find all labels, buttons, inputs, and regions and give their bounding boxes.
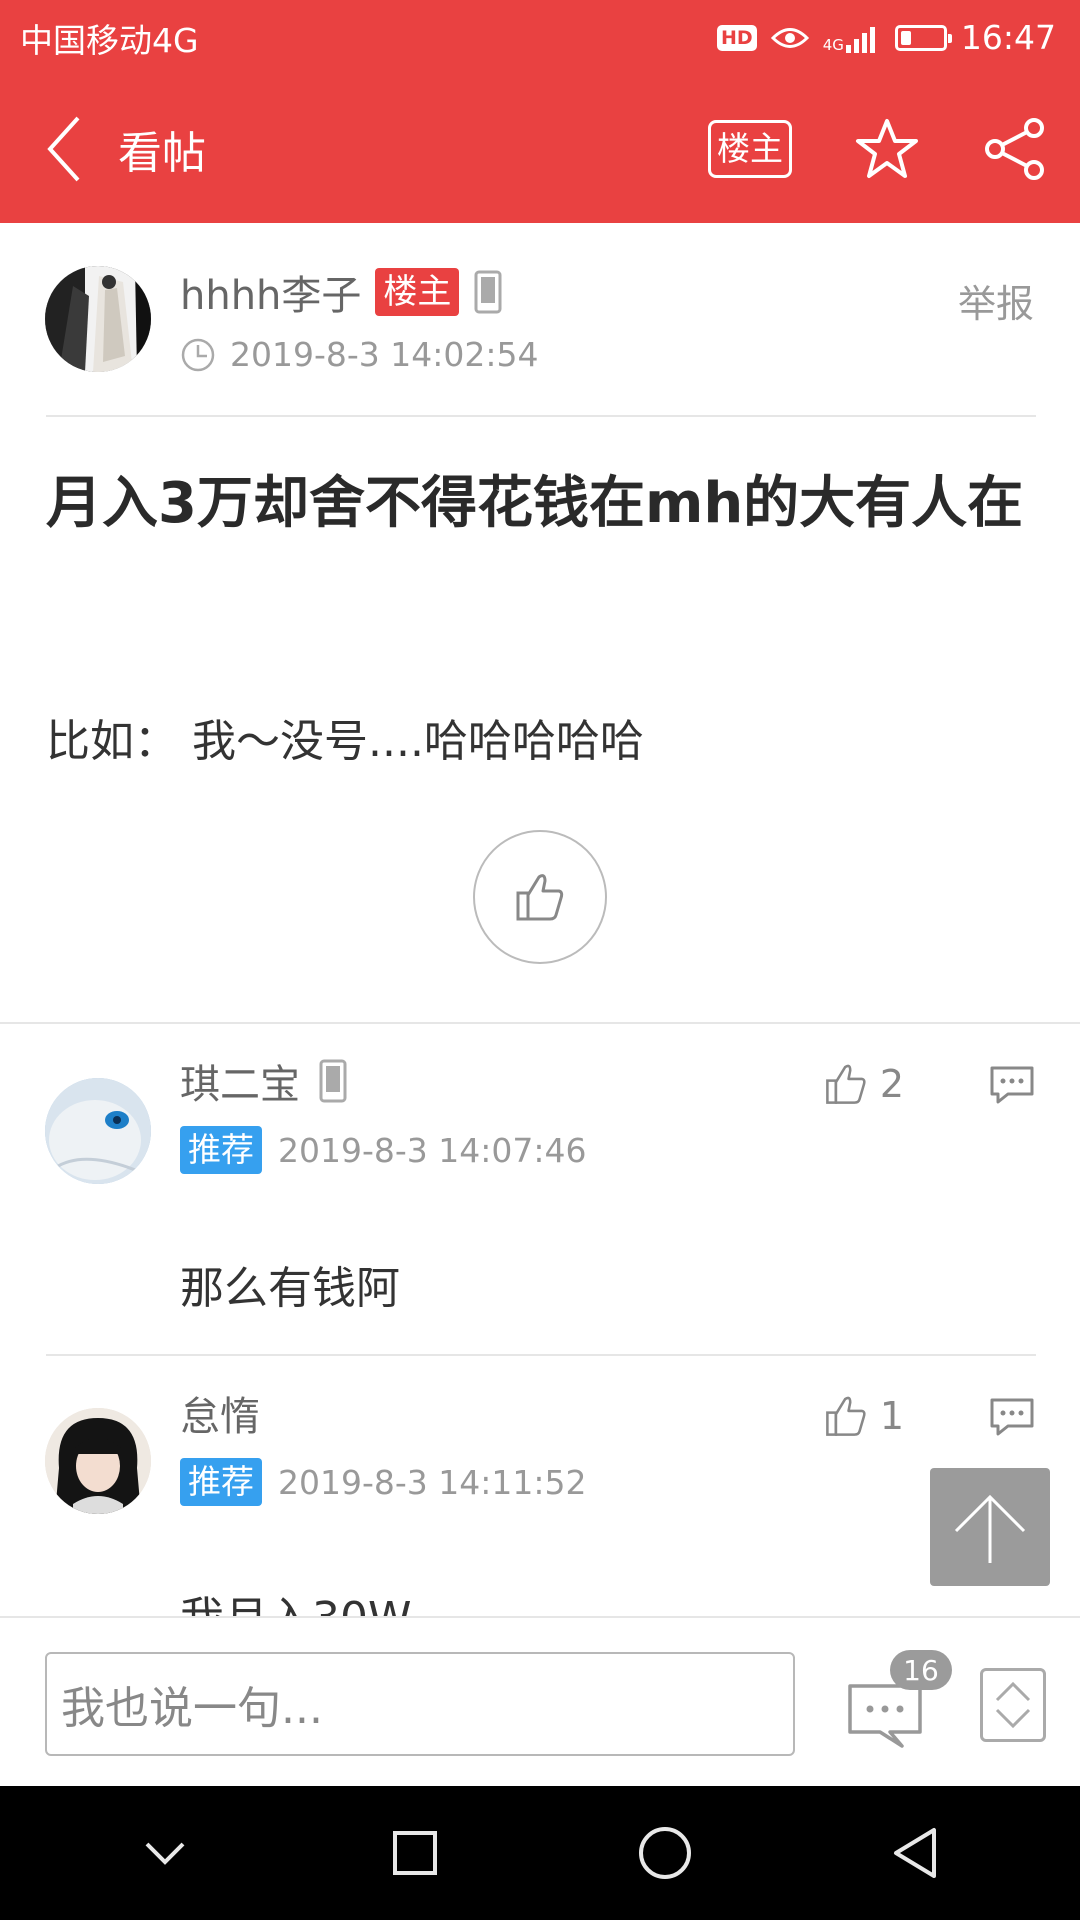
circle-icon — [639, 1827, 691, 1879]
avatar-image — [45, 1078, 151, 1184]
comment-item: 怠惰 推荐 2019-8-3 14:11:52 1 我月入30W — [0, 1354, 1080, 1616]
clock-icon — [181, 338, 215, 371]
mobile-device-icon — [474, 270, 502, 314]
signal-indicator: 4G — [823, 23, 875, 53]
comment-item: 琪二宝 推荐 2019-8-3 14:07:46 2 那么有钱阿 — [0, 1022, 1080, 1357]
author-avatar[interactable] — [45, 266, 151, 372]
signal-bars-icon — [845, 23, 875, 53]
post-title: 月入3万却舍不得花钱在mh的大有人在 — [46, 471, 1024, 536]
network-type: 4G — [822, 35, 844, 54]
commenter-line: 琪二宝 — [180, 1052, 348, 1110]
status-bar: 中国移动4G HD 4G 16:47 — [0, 0, 1080, 75]
battery-icon — [894, 24, 952, 51]
back-button[interactable] — [14, 75, 114, 223]
favorite-button[interactable] — [842, 104, 932, 194]
square-icon — [393, 1831, 437, 1875]
scroll-to-top-button[interactable] — [930, 1468, 1050, 1586]
only-op-button[interactable]: 楼主 — [708, 120, 792, 178]
comment-bubble-icon — [848, 1684, 922, 1748]
system-nav-bar — [0, 1786, 1080, 1920]
thumbs-up-icon — [825, 1064, 866, 1104]
comment-reply-button[interactable] — [988, 1064, 1036, 1110]
author-line: hhhh李子 楼主 — [180, 263, 503, 321]
reply-bar: 我也说一句... 16 — [0, 1616, 1080, 1786]
avatar-image — [45, 1408, 151, 1514]
header-divider — [46, 415, 1036, 417]
comment-meta: 推荐 2019-8-3 14:11:52 — [180, 1458, 587, 1506]
eye-icon — [770, 27, 809, 48]
comment-count-badge: 16 — [890, 1650, 952, 1690]
recommend-badge: 推荐 — [180, 1458, 262, 1506]
star-icon — [856, 119, 918, 178]
chevron-down-icon — [145, 1842, 185, 1865]
arrow-up-icon — [954, 1494, 1026, 1563]
op-badge: 楼主 — [375, 268, 460, 316]
commenter-name[interactable]: 怠惰 — [180, 1384, 260, 1442]
thumbs-up-icon — [516, 874, 564, 921]
system-back-button[interactable] — [865, 1803, 965, 1903]
comment-like-button[interactable]: 1 — [824, 1394, 904, 1438]
hide-nav-button[interactable] — [115, 1803, 215, 1903]
screen: 中国移动4G HD 4G 16:47 看帖 楼主 hhhh李子 楼主 2019-… — [0, 0, 1080, 1920]
back-arrow-icon — [47, 116, 80, 182]
author-name[interactable]: hhhh李子 — [180, 263, 361, 321]
share-button[interactable] — [970, 104, 1060, 194]
status-icons: HD 4G 16:47 — [717, 18, 1056, 57]
clock: 16:47 — [960, 18, 1056, 57]
commenter-line: 怠惰 — [180, 1384, 260, 1442]
comment-text: 那么有钱阿 — [180, 1263, 400, 1314]
avatar-image — [45, 266, 151, 372]
share-icon — [985, 118, 1044, 180]
comment-bubble-icon — [990, 1398, 1034, 1436]
comment-like-button[interactable]: 2 — [824, 1062, 904, 1106]
comment-bubble-icon — [990, 1066, 1034, 1104]
home-button[interactable] — [615, 1803, 715, 1903]
post-time-line: 2019-8-3 14:02:54 — [180, 335, 539, 374]
reply-input[interactable]: 我也说一句... — [45, 1652, 795, 1756]
recommend-badge: 推荐 — [180, 1126, 262, 1174]
mobile-device-icon — [319, 1059, 347, 1103]
page-jump-button[interactable] — [980, 1668, 1046, 1742]
report-button[interactable]: 举报 — [958, 273, 1034, 328]
carrier-label: 中国移动4G — [20, 20, 199, 60]
post-header: hhhh李子 楼主 2019-8-3 14:02:54 举报 — [0, 223, 1080, 416]
commenter-name[interactable]: 琪二宝 — [180, 1052, 300, 1110]
comment-like-count: 2 — [879, 1062, 904, 1106]
commenter-avatar[interactable] — [45, 1408, 151, 1514]
page-title: 看帖 — [118, 128, 206, 179]
comment-time: 2019-8-3 14:11:52 — [278, 1462, 587, 1502]
comment-like-count: 1 — [879, 1394, 904, 1438]
recents-button[interactable] — [365, 1803, 465, 1903]
post-time: 2019-8-3 14:02:54 — [230, 335, 539, 374]
comments-button[interactable]: 16 — [846, 1650, 952, 1758]
comment-time: 2019-8-3 14:07:46 — [278, 1130, 587, 1170]
post-body: 比如： 我～没号....哈哈哈哈哈 — [46, 716, 644, 767]
comment-meta: 推荐 2019-8-3 14:07:46 — [180, 1126, 587, 1174]
post-like-button[interactable] — [473, 830, 607, 964]
app-bar: 看帖 楼主 — [0, 75, 1080, 223]
hd-icon: HD — [717, 24, 757, 51]
up-down-arrows-icon — [995, 1681, 1031, 1729]
commenter-avatar[interactable] — [45, 1078, 151, 1184]
comment-reply-button[interactable] — [988, 1396, 1036, 1442]
battery-level — [900, 30, 911, 45]
triangle-back-icon — [894, 1828, 936, 1878]
thumbs-up-icon — [825, 1396, 866, 1436]
comment-text: 我月入30W — [180, 1582, 412, 1616]
